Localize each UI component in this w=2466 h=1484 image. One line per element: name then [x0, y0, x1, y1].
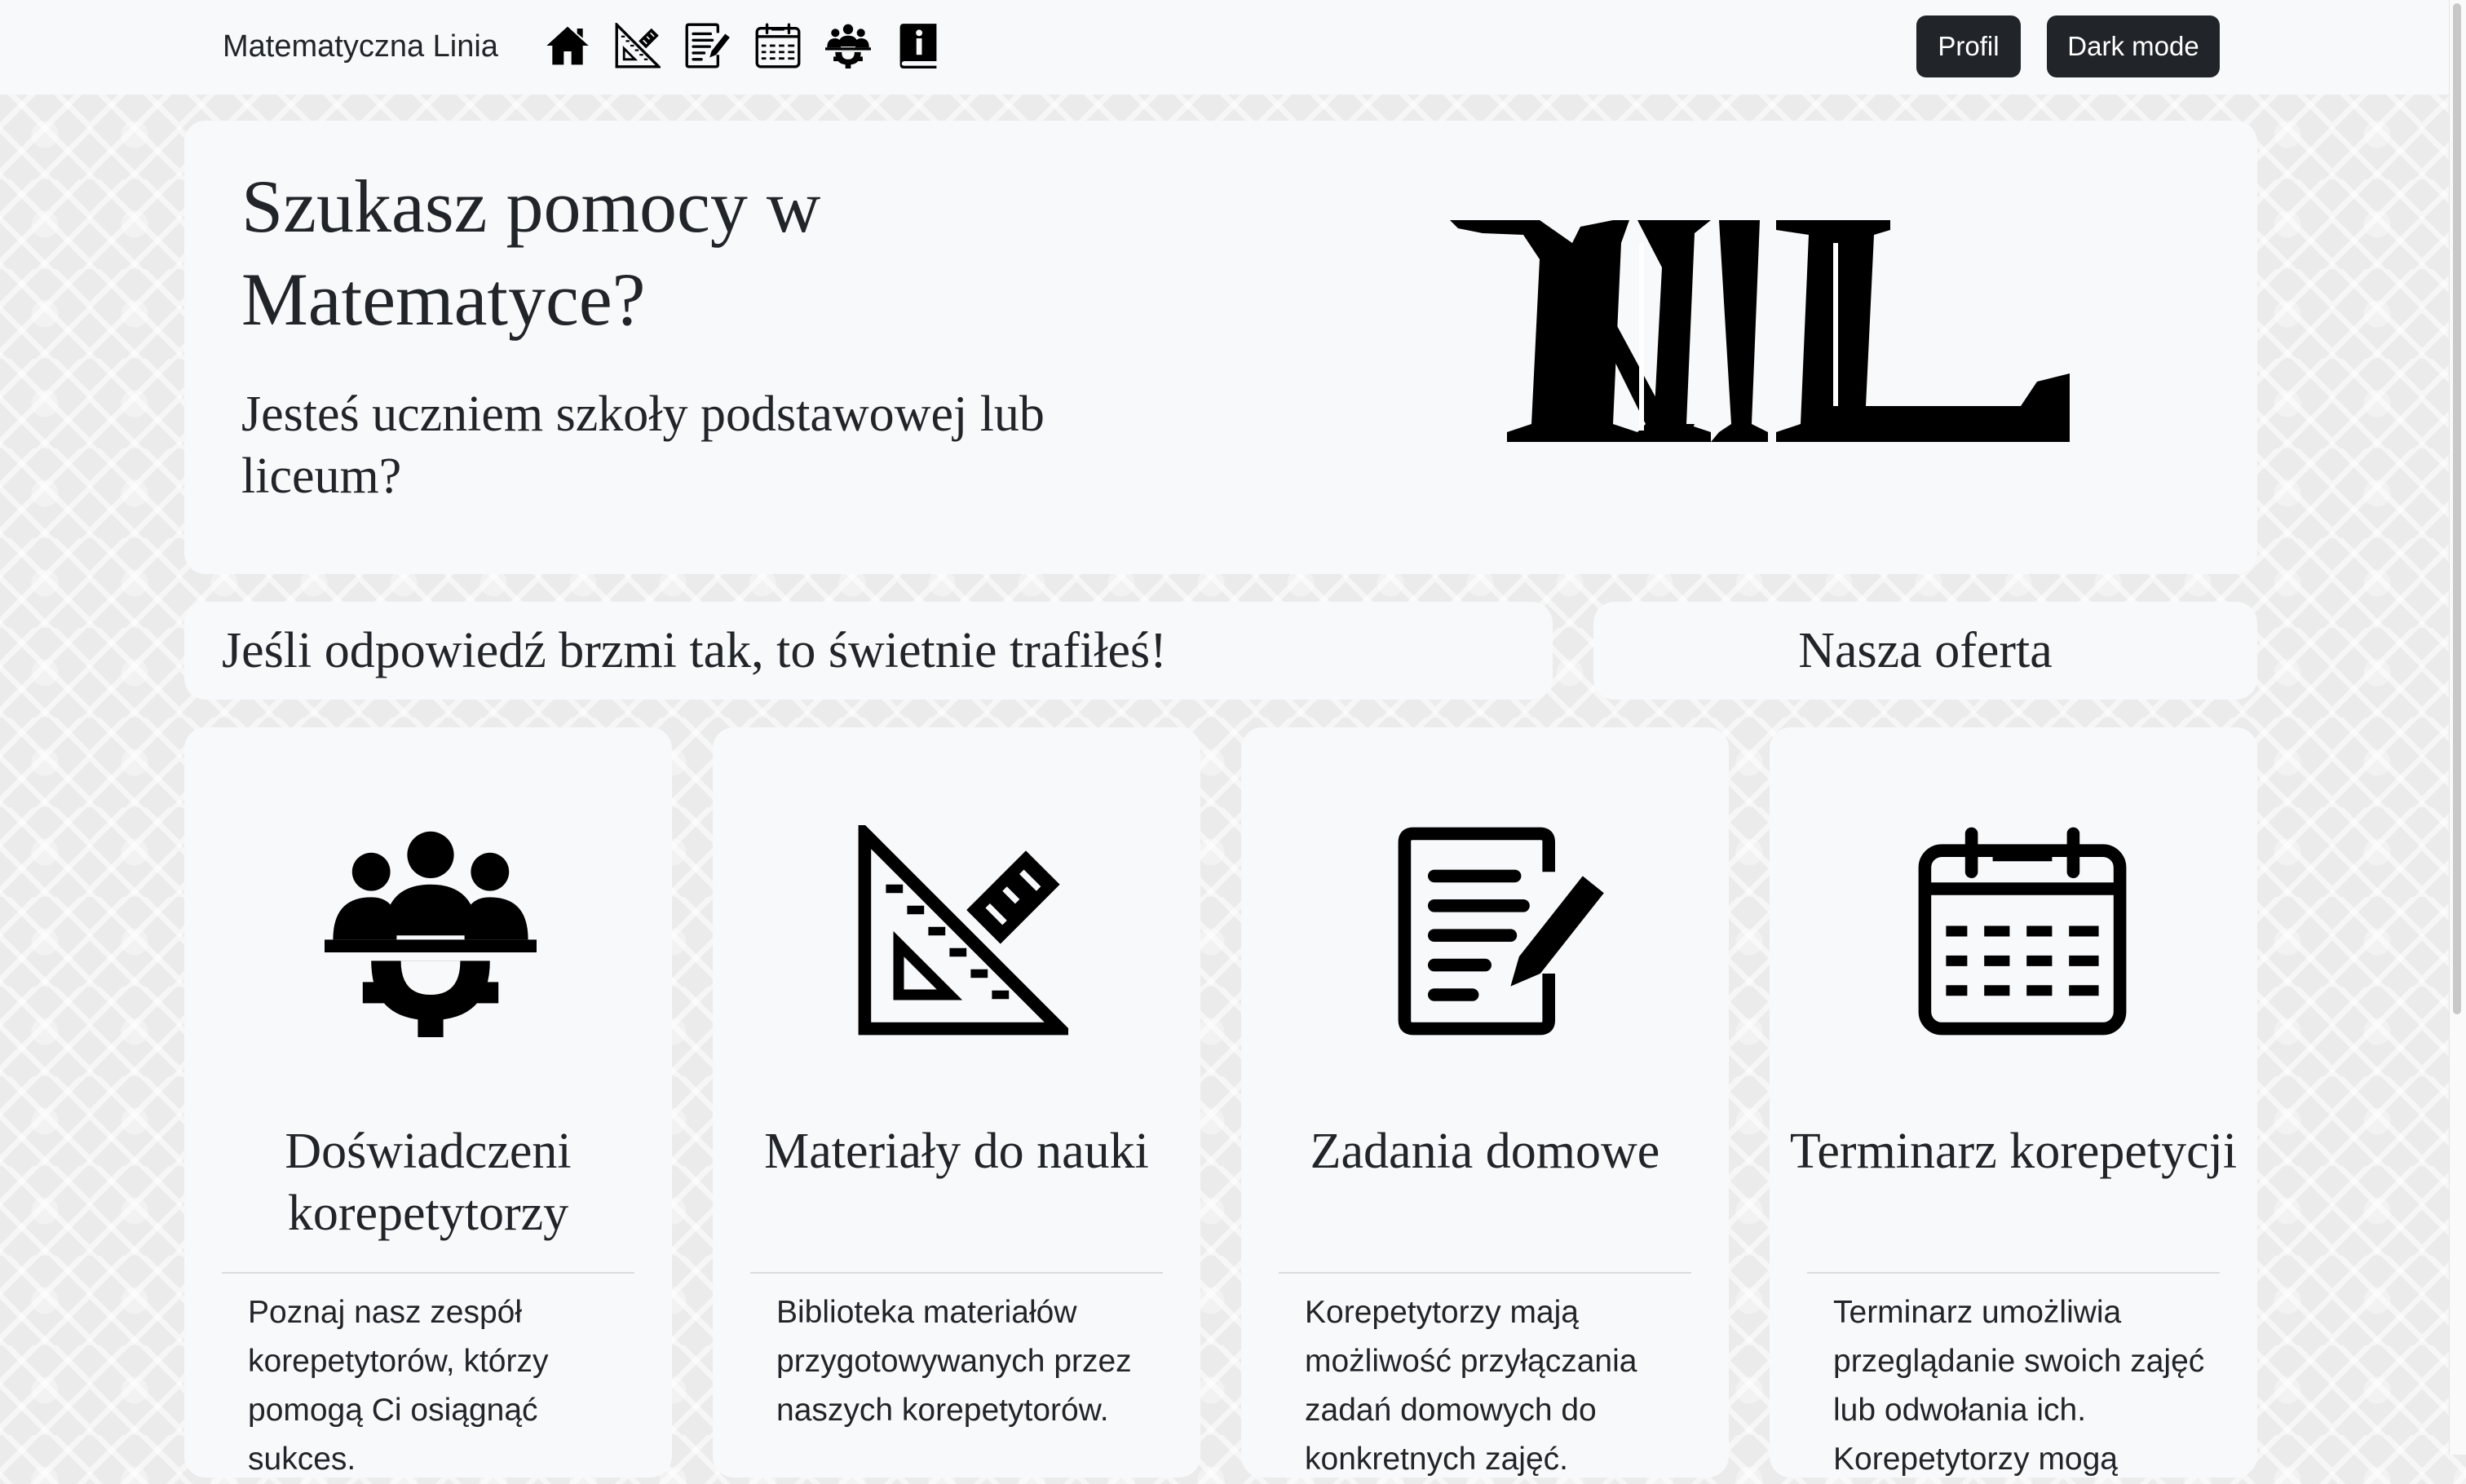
- answer-banner-text: Jeśli odpowiedź brzmi tak, to świetnie t…: [222, 623, 1167, 678]
- homework-icon[interactable]: [685, 23, 731, 68]
- feature-divider: [1807, 1272, 2220, 1274]
- homework-icon: [1396, 825, 1608, 1037]
- hero-subtitle: Jesteś uczniem szkoły podstawowej lub li…: [241, 386, 1045, 504]
- ruler-icon[interactable]: [615, 23, 661, 68]
- home-icon[interactable]: [545, 23, 590, 68]
- feature-divider: [1279, 1272, 1691, 1274]
- tutors-icon: [325, 825, 537, 1037]
- ruler-icon: [856, 825, 1068, 1037]
- feature-title-homework: Zadania domowe: [1310, 1124, 1660, 1179]
- feature-text-homework: Korepetytorzy mają możliwość przyłączani…: [1305, 1295, 1637, 1477]
- scrollbar-thumb[interactable]: [2453, 3, 2461, 1014]
- profile-button[interactable]: Profil: [1916, 15, 2021, 77]
- feature-text-materials: Biblioteka materiałów przygotowywanych p…: [776, 1295, 1132, 1428]
- offer-heading: Nasza oferta: [1798, 623, 2053, 678]
- feature-text-calendar: Terminarz umożliwia przeglądanie swoich …: [1833, 1295, 2205, 1477]
- feature-title-tutors: Doświadczeni korepetytorzy: [285, 1124, 572, 1241]
- info-book-icon[interactable]: [895, 23, 941, 68]
- navbar: Matematyczna Linia Profil Dark mode: [0, 0, 2450, 95]
- calendar-icon[interactable]: [755, 23, 801, 68]
- brand-link[interactable]: Matematyczna Linia: [223, 26, 498, 67]
- feature-divider: [222, 1272, 634, 1274]
- hero-title: Szukasz pomocy w Matematyce?: [241, 165, 821, 341]
- feature-title-materials: Materiały do nauki: [764, 1124, 1149, 1179]
- dark-mode-button[interactable]: Dark mode: [2047, 15, 2220, 77]
- feature-text-tutors: Poznaj nasz zespół korepetytorów, którzy…: [248, 1295, 549, 1477]
- tutors-icon[interactable]: [825, 23, 871, 68]
- calendar-icon: [1916, 825, 2128, 1037]
- scrollbar[interactable]: [2449, 0, 2466, 1455]
- feature-divider: [750, 1272, 1163, 1274]
- feature-title-calendar: Terminarz korepetycji: [1789, 1124, 2238, 1179]
- site-logo: [1450, 220, 2070, 442]
